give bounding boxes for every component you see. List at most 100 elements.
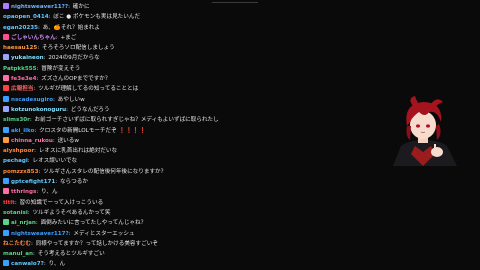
gift-icon [3,136,9,143]
chat-username[interactable]: yukaineon [11,55,44,61]
chat-username[interactable]: pechagi [3,158,28,164]
chat-username[interactable]: tthrings [11,189,36,195]
chat-username[interactable]: canwalo7? [11,261,44,267]
star-icon [3,126,9,133]
chat-text: り、ん [41,189,58,196]
chat-username[interactable]: 広報担当 [11,86,33,92]
chat-text: ツルギが理解してるの知ってることとは [38,86,139,93]
chat-message: canwalo7?: り、ん [3,259,383,268]
chat-separator: : [33,86,38,93]
chat-text: あ、🍊それ？始まれよ [42,24,100,31]
chat-username[interactable]: manul_an [3,251,33,257]
chat-separator: : [48,14,53,21]
sword-icon [3,105,9,112]
chat-message: opaopen_0414: ぼこ ● ポケモンも実は見たいんだ [3,12,383,22]
chat-text: クロスタの新開LOLモーチだぞ ❗❗❗❗ [39,127,147,134]
sword-icon [3,188,9,195]
chat-text: 2024の9月だからな [48,55,100,62]
chat-text: そろそろソロ配信しましょう [42,45,115,52]
chat-message: tthrings: り、ん [3,187,383,197]
chat-text: ツルギさんスタレの配信後何年後になりますか？ [43,168,167,175]
chat-separator: : [34,127,39,134]
chat-separator: : [14,199,19,206]
chat-username[interactable]: ねこたむむ [3,241,31,247]
chat-message: chinna_rukou: 送いるw [3,136,383,146]
chat-separator: : [36,65,41,72]
chat-username[interactable]: nscadesugiro [11,97,53,103]
chat-username[interactable]: aki_ilko [11,128,34,134]
chat-message: pechagi: レオス誤いいでな [3,156,383,166]
chat-text: ツルギようそぺあるんかって笑 [32,209,111,216]
chat-separator: : [43,55,48,62]
chat-separator: : [29,117,34,124]
chat-text: そう考えるとツルギすごい [37,251,105,258]
chat-separator: : [53,96,57,103]
chat-text: り、ん [48,261,66,268]
chat-text: 送いるw [57,137,79,144]
chat-separator: : [34,148,38,155]
chat-separator: : [30,240,35,247]
chat-text: ズズさんのOPまでですか？ [41,76,111,83]
chat-separator: : [55,179,59,186]
chat-username[interactable]: sotanisi [3,210,28,216]
chat-username[interactable]: kotzunokonoguru [11,107,66,113]
star-icon [3,229,9,236]
chat-text: 面倒みたいに言ってたしやってんじゃね？ [40,220,147,227]
chat-separator: : [33,251,37,258]
chat-message: manul_an: そう考えるとツルギすごい [3,249,383,259]
chat-username[interactable]: nightsweaver117? [11,231,69,237]
chat-separator: : [68,230,73,237]
chat-username[interactable]: egan20235 [3,25,38,31]
chat-text: 習の知識でーって入けっこういる [19,199,104,206]
heart-icon [3,33,9,40]
chat-message: ごしゃいんちゃん: +まご [3,33,383,43]
chat-text: +まご [60,34,77,41]
chat-text: どうなんだろう [70,106,110,113]
stream-chat-overlay: nightsweaver11??: 確かに opaopen_0414: ぼこ ● … [0,0,480,270]
sword-icon [3,54,9,61]
chat-message: ねこたむむ: 同様やってますか？って話しかける美容すごいぞ [3,239,383,249]
chat-message: pomzzx853: ツルギさんスタレの配信後何年後になりますか？ [3,167,383,177]
crown-icon [3,85,9,92]
chat-separator: : [38,168,43,175]
chat-username[interactable]: tltlt [3,200,15,206]
chat-text: 確かに [72,4,90,10]
vtuber-avatar [385,96,461,166]
chat-username[interactable]: Patpkk555 [3,66,37,72]
chat-separator: : [37,45,41,52]
chat-username[interactable]: gptcefight171 [11,179,55,185]
chat-username[interactable]: opaopen_0414 [3,14,49,20]
chat-text: 同様やってますか？って話しかける美容すごいぞ [35,240,158,247]
chat-text: あやしいw [57,96,85,103]
chat-message: 広報担当: ツルギが理解してるの知ってることとは [3,84,383,94]
chat-username[interactable]: pomzzx853 [3,169,38,175]
chat-separator: : [66,106,70,113]
chat-message: nightsweaver117?: メディとスターエッシュ [3,229,383,239]
chat-separator: : [27,158,32,165]
chat-separator: : [55,34,60,41]
pencil-icon [3,3,9,9]
chat-message-list[interactable]: nightsweaver11??: 確かに opaopen_0414: ぼこ ● … [3,2,383,268]
sword-icon [3,219,9,226]
chat-username[interactable]: haesau125 [3,45,37,51]
chat-text: レオスに乳首出れは絶対だいな [38,148,118,155]
chat-username[interactable]: slims30r [3,117,30,123]
chat-text: ぼこ ● ポケモンも実は見たいんだ [53,14,141,21]
chat-separator: : [38,24,42,31]
chat-username[interactable]: ごしゃいんちゃん [11,35,56,41]
chat-text: レオス誤いいでな [32,158,78,165]
sword-icon [3,75,9,82]
chat-username[interactable]: nightsweaver11?? [11,4,68,10]
chat-message: sotanisi: ツルギようそぺあるんかって笑 [3,208,383,218]
chat-separator: : [36,76,41,83]
chat-separator: : [68,4,72,10]
chat-username[interactable]: fe3e3e4 [11,76,37,82]
chat-message: ai_nrjan: 面倒みたいに言ってたしやってんじゃね？ [3,218,383,228]
chat-username[interactable]: ai_nrjan [11,220,36,226]
chat-username[interactable]: chinna_rukou [11,138,53,144]
chat-message: slims30r: お前ゴーチさいずばに取られすぎじゃね？メディもよいずばに取ら… [3,115,383,125]
chat-username[interactable]: alyshpoor [3,148,34,154]
chat-message: kotzunokonoguru: どうなんだろう [3,105,383,115]
chat-message: nscadesugiro: あやしいw [3,95,383,105]
chat-separator: : [35,220,40,227]
